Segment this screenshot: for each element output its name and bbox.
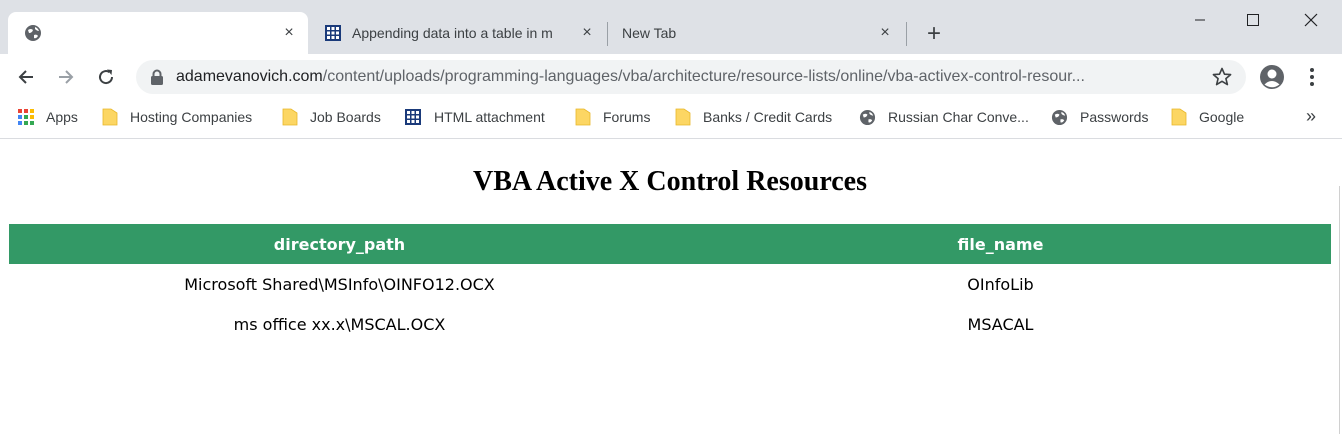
- folder-icon: [675, 108, 691, 126]
- resources-table: directory_path file_name Microsoft Share…: [9, 224, 1331, 344]
- maximize-button[interactable]: [1233, 6, 1273, 34]
- folder-icon: [575, 108, 591, 126]
- table-cell-file-name: MSACAL: [967, 314, 1034, 334]
- reload-button[interactable]: [92, 63, 120, 91]
- bookmark-google[interactable]: Google: [1171, 106, 1244, 128]
- back-button[interactable]: [12, 63, 40, 91]
- tab-close-button[interactable]: ×: [876, 24, 894, 42]
- more-vert-icon: [1310, 68, 1314, 86]
- bookmark-russian-char-converter[interactable]: Russian Char Conve...: [859, 106, 1029, 128]
- page-title: VBA Active X Control Resources: [472, 166, 868, 197]
- tab-title: Appending data into a table in m: [352, 25, 553, 41]
- table-row: ms office xx.x\MSCAL.OCX MSACAL: [9, 304, 1331, 344]
- bookmarks-bar: Apps Hosting Companies Job Boards HTML a…: [0, 100, 1342, 139]
- tab-close-button[interactable]: ×: [578, 24, 596, 42]
- tab-title: New Tab: [622, 25, 677, 41]
- url-text[interactable]: adamevanovich.com/content/uploads/progra…: [176, 68, 1196, 86]
- bookmark-label: Forums: [603, 109, 651, 125]
- page-content: VBA Active X Control Resources directory…: [0, 140, 1342, 434]
- star-icon[interactable]: [1212, 67, 1232, 87]
- bookmark-label: Google: [1199, 109, 1245, 125]
- bookmark-label: Job Boards: [310, 109, 381, 125]
- bookmark-label: Apps: [46, 109, 78, 125]
- url-path: /content/uploads/programming-languages/v…: [322, 68, 1085, 85]
- folder-icon: [282, 108, 298, 126]
- table-row: Microsoft Shared\MSInfo\OINFO12.OCX OInf…: [9, 264, 1331, 304]
- tab-close-button[interactable]: ×: [280, 24, 298, 42]
- table-cell-file-name: OInfoLib: [967, 274, 1034, 294]
- more-bookmarks-button[interactable]: »: [1300, 106, 1322, 126]
- table-cell-directory-path: ms office xx.x\MSCAL.OCX: [233, 314, 446, 334]
- bookmark-label: HTML attachment: [434, 109, 545, 125]
- bookmark-job-boards[interactable]: Job Boards: [282, 106, 381, 128]
- bookmark-label: Russian Char Conve...: [888, 109, 1029, 125]
- new-tab-button[interactable]: +: [920, 20, 948, 48]
- tab-separator: [906, 22, 907, 46]
- folder-icon: [1171, 108, 1187, 126]
- maximize-icon: [1247, 14, 1259, 26]
- column-header-directory-path: directory_path: [9, 224, 670, 264]
- arrow-right-icon: [59, 70, 74, 84]
- browser-toolbar: adamevanovich.com/content/uploads/progra…: [0, 54, 1342, 100]
- lock-icon: [151, 69, 163, 85]
- bookmark-apps[interactable]: Apps: [18, 106, 78, 128]
- bookmark-label: Passwords: [1080, 109, 1149, 125]
- globe-icon: [859, 109, 876, 125]
- minimize-icon: [1195, 19, 1205, 21]
- bookmark-hosting-companies[interactable]: Hosting Companies: [102, 106, 252, 128]
- tab-active[interactable]: ×: [8, 12, 308, 54]
- tab-new-tab[interactable]: New Tab ×: [608, 12, 906, 54]
- close-icon: [1304, 13, 1318, 27]
- close-window-button[interactable]: [1291, 6, 1331, 34]
- forward-button[interactable]: [52, 63, 80, 91]
- globe-icon: [1051, 109, 1068, 125]
- minimize-button[interactable]: [1180, 6, 1220, 34]
- arrow-left-icon: [18, 70, 33, 84]
- table-cell-directory-path: Microsoft Shared\MSInfo\OINFO12.OCX: [184, 274, 495, 294]
- globe-icon: [25, 25, 41, 41]
- bookmark-passwords[interactable]: Passwords: [1051, 106, 1148, 128]
- folder-icon: [102, 108, 118, 126]
- table-icon: [325, 25, 341, 41]
- apps-grid-icon: [18, 109, 34, 125]
- bookmark-label: Hosting Companies: [130, 109, 253, 125]
- bookmark-banks-credit-cards[interactable]: Banks / Credit Cards: [675, 106, 832, 128]
- reload-icon: [99, 69, 114, 85]
- bookmark-label: Banks / Credit Cards: [703, 109, 833, 125]
- bookmark-forums[interactable]: Forums: [575, 106, 650, 128]
- bookmark-html-attachment[interactable]: HTML attachment: [404, 106, 545, 128]
- tab-strip: × Appending data into a table in m × New…: [0, 0, 1342, 54]
- url-host: adamevanovich.com: [176, 68, 323, 85]
- address-bar[interactable]: adamevanovich.com/content/uploads/progra…: [136, 60, 1246, 94]
- table-header-row: directory_path file_name: [9, 224, 1331, 264]
- tab-appending-data[interactable]: Appending data into a table in m ×: [308, 12, 606, 54]
- table-icon: [405, 109, 421, 125]
- column-header-file-name: file_name: [670, 224, 1331, 264]
- menu-button[interactable]: [1302, 64, 1322, 90]
- profile-avatar-icon[interactable]: [1259, 64, 1285, 90]
